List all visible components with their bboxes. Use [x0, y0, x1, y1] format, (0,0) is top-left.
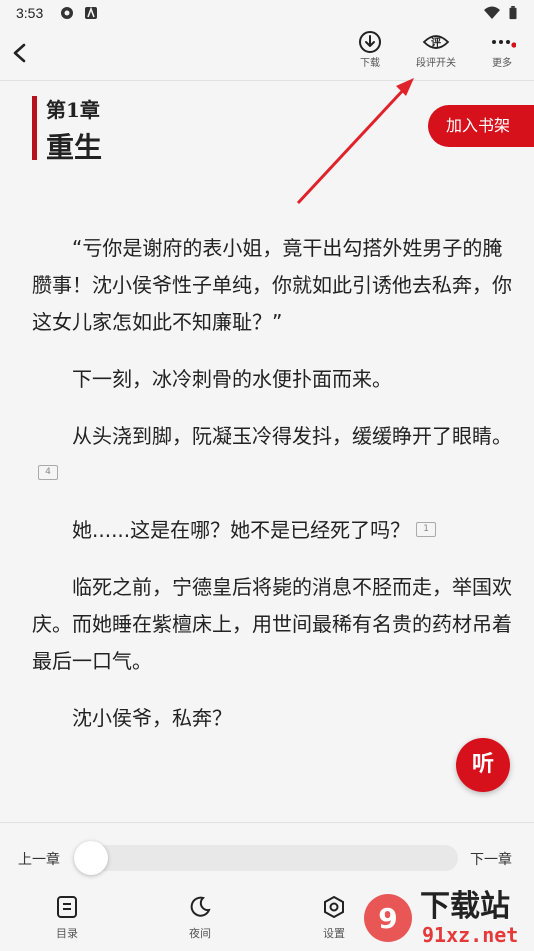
paragraph: 下一刻，冰冷刺骨的水便扑面而来。 [72, 367, 392, 391]
prev-chapter-button[interactable]: 上一章 [18, 849, 60, 869]
paragraph: 沈小侯爷，私奔？ [72, 706, 232, 730]
add-to-shelf-button[interactable]: 加入书架 [428, 105, 534, 147]
battery-icon [509, 6, 517, 20]
download-button[interactable]: 下载 [340, 28, 400, 80]
status-time: 3:53 [16, 5, 44, 21]
progress-slider-handle[interactable] [74, 841, 108, 875]
comment-toggle-label: 段评开关 [416, 58, 456, 69]
svg-text:9: 9 [378, 902, 397, 935]
toc-icon [57, 896, 77, 918]
reader-toolbar: 下载 评 段评开关 更多 [0, 28, 534, 81]
paragraph-comment-count[interactable]: 1 [416, 522, 437, 537]
watermark-site-text: 91xz.net [422, 923, 518, 947]
settings-hex-icon [324, 895, 344, 919]
app-notification-icon-2 [85, 6, 97, 19]
download-icon [359, 31, 381, 53]
app-notification-icon [61, 7, 73, 19]
chapter-number: 第1章 [46, 98, 100, 122]
chapter-content: “亏你是谢府的表小姐，竟干出勾搭外姓男子的腌臜事！沈小侯爷性子单纯，你就如此引诱… [32, 230, 512, 757]
moon-icon [190, 896, 211, 917]
more-dots-icon [492, 40, 516, 48]
watermark-main-text: 下载站 [420, 889, 510, 924]
nav-night[interactable]: 夜间 [170, 895, 230, 941]
comment-eye-icon: 评 [422, 35, 450, 49]
paragraph: 临死之前，宁德皇后将毙的消息不胫而走，举国欢庆。而她睡在紫檀床上，用世间最稀有名… [32, 575, 512, 673]
paragraph-comment-count[interactable]: 4 [38, 465, 58, 480]
chapter-accent-bar [32, 96, 37, 160]
comment-icon-char: 评 [431, 36, 441, 49]
paragraph: 她......这是在哪？她不是已经死了吗？ 1 [32, 512, 512, 549]
listen-button[interactable]: 听 [456, 738, 510, 792]
nav-night-label: 夜间 [189, 928, 211, 940]
back-icon[interactable] [10, 42, 30, 64]
site-watermark-logo: 9 下载站 91xz.net [364, 889, 518, 947]
comment-toggle-button[interactable]: 评 段评开关 [406, 28, 466, 80]
chapter-title: 重生 [46, 131, 103, 164]
paragraph: 从头浇到脚，阮凝玉冷得发抖，缓缓睁开了眼睛。4 [32, 418, 512, 492]
nav-toc-label: 目录 [56, 928, 78, 940]
nav-settings[interactable]: 设置 [304, 895, 364, 941]
status-bar: 3:53 [0, 0, 534, 28]
download-label: 下载 [360, 58, 380, 69]
wifi-icon [484, 6, 500, 19]
nav-settings-label: 设置 [323, 928, 345, 940]
nav-toc[interactable]: 目录 [37, 895, 97, 941]
more-label: 更多 [492, 58, 512, 69]
paragraph: “亏你是谢府的表小姐，竟干出勾搭外姓男子的腌臜事！沈小侯爷性子单纯，你就如此引诱… [32, 236, 512, 334]
more-button[interactable]: 更多 [472, 28, 532, 80]
chapter-progress-slider[interactable] [78, 845, 458, 871]
next-chapter-button[interactable]: 下一章 [470, 849, 512, 869]
notification-dot [511, 42, 516, 48]
